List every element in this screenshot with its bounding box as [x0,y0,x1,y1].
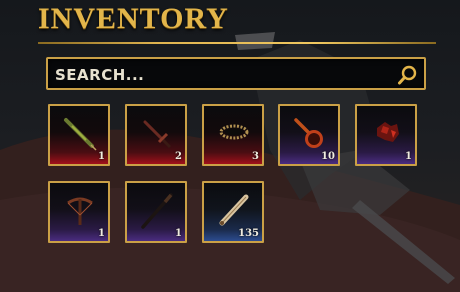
inventory-slot-8[interactable]: 135 [202,181,264,243]
item-count: 3 [252,151,259,162]
item-count: 1 [98,228,105,239]
crossbow-icon [67,197,93,225]
title-divider [38,42,436,44]
inventory-title: INVENTORY [38,2,229,35]
scroll-icon [219,194,249,226]
inventory-slot-1[interactable]: 1 [48,104,110,166]
item-count: 1 [175,228,182,239]
magnifier-icon[interactable] [397,64,419,86]
inventory-slot-5[interactable]: 1 [355,104,417,166]
staff-icon [141,193,173,229]
search-input[interactable] [48,59,397,90]
frying-pan-icon [294,118,323,148]
item-count: 135 [238,228,259,239]
item-count: 10 [321,151,335,162]
inventory-slot-7[interactable]: 1 [125,181,187,243]
dagger-icon [143,120,172,149]
search-bar[interactable] [46,57,426,90]
inventory-slot-4[interactable]: 10 [278,104,340,166]
inventory-slot-6[interactable]: 1 [48,181,110,243]
inventory-slot-3[interactable]: 3 [202,104,264,166]
red-ore-icon [377,122,399,142]
item-count: 1 [405,151,412,162]
item-count: 1 [98,151,105,162]
inventory-slot-2[interactable]: 2 [125,104,187,166]
item-count: 2 [175,151,182,162]
syringe-icon [64,118,97,151]
crown-ring-icon [219,124,249,140]
